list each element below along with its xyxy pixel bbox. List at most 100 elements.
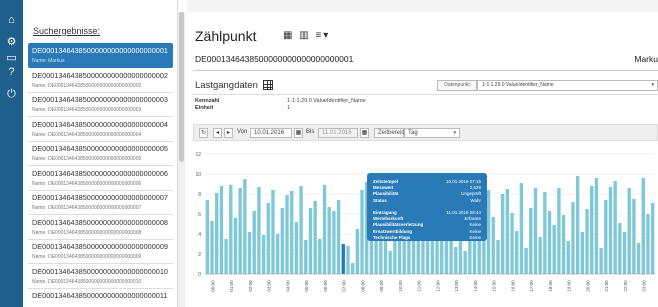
chart-bar[interactable]	[641, 178, 645, 274]
chart-bar[interactable]	[538, 237, 542, 274]
chart-bar[interactable]	[543, 192, 547, 274]
chart-bar[interactable]	[571, 202, 575, 274]
chart-bar[interactable]	[552, 225, 556, 274]
chart-bar[interactable]	[486, 190, 491, 274]
chart-bar[interactable]	[496, 240, 500, 274]
chart-bar[interactable]	[533, 188, 538, 274]
result-item[interactable]: DE0001346438500000000000000000008 Name: D…	[28, 215, 173, 240]
chart-bar[interactable]	[275, 234, 280, 274]
chart-bar[interactable]	[341, 244, 345, 274]
chart-bar[interactable]	[590, 186, 594, 274]
chart-bar[interactable]	[510, 213, 514, 274]
scrollbar-thumb[interactable]	[179, 12, 184, 162]
chart-bar[interactable]	[604, 200, 608, 274]
result-item[interactable]: DE0001346438500000000000000000003 Name: D…	[28, 92, 173, 117]
von-date-input[interactable]: 10.01.2016	[250, 128, 292, 138]
chart-bar[interactable]	[524, 248, 528, 274]
chart-bar[interactable]	[313, 201, 317, 274]
chart-bar[interactable]	[500, 194, 505, 274]
chart-bar[interactable]	[252, 211, 256, 274]
chart-bar[interactable]	[388, 251, 392, 274]
chart-bar[interactable]	[618, 223, 622, 274]
chart-bar[interactable]	[215, 193, 219, 274]
chart-bar[interactable]	[594, 178, 599, 274]
chart-bar[interactable]	[219, 186, 224, 274]
result-item[interactable]: DE0001346438500000000000000000011	[28, 288, 173, 307]
results-scrollbar[interactable]	[178, 12, 185, 307]
result-item[interactable]: DE0001346438500000000000000000001 Name: M…	[28, 43, 173, 68]
chart-bar[interactable]	[205, 200, 210, 274]
chart-bar[interactable]	[622, 232, 627, 274]
refresh-button[interactable]: ↻	[199, 128, 208, 138]
chart-bar[interactable]	[280, 208, 285, 274]
chart-bar[interactable]	[285, 195, 289, 274]
result-item[interactable]: DE0001346438500000000000000000010 Name: D…	[28, 264, 173, 289]
result-item[interactable]: DE0001346438500000000000000000002 Name: D…	[28, 68, 173, 93]
chart-bar[interactable]	[243, 179, 247, 274]
chart-bar[interactable]	[505, 189, 510, 274]
result-item[interactable]: DE0001346438500000000000000000006 Name: D…	[28, 166, 173, 191]
chart-bar[interactable]	[210, 221, 214, 274]
chart-bar[interactable]	[294, 222, 299, 274]
home-icon[interactable]: ⌂	[5, 14, 18, 27]
chart-bar[interactable]	[290, 191, 294, 274]
chart-bar[interactable]	[360, 190, 364, 274]
chart-bar[interactable]	[463, 251, 467, 274]
chart-bar[interactable]	[257, 187, 261, 274]
chart-bar[interactable]	[336, 200, 341, 274]
view-switch-icons[interactable]: ▦ ▥ ≡▾	[283, 30, 330, 41]
chart-bar[interactable]	[580, 232, 585, 274]
chart-bar[interactable]	[327, 207, 331, 274]
calendar-icon[interactable]: ▦	[360, 128, 369, 138]
help-icon[interactable]: ?	[5, 66, 18, 79]
chart-bar[interactable]	[454, 247, 458, 274]
gear-icon[interactable]: ⚙	[5, 36, 18, 49]
zeitbereich-select[interactable]: Tag ▾	[404, 128, 460, 138]
chart-bar[interactable]	[585, 209, 589, 274]
power-icon[interactable]: ⏻	[5, 88, 18, 101]
chart-bar[interactable]	[608, 187, 613, 274]
chart-bar[interactable]	[355, 229, 360, 274]
chart-bar[interactable]	[646, 214, 650, 274]
chart-bar[interactable]	[650, 203, 655, 274]
chart-bar[interactable]	[369, 236, 374, 274]
chart-bar[interactable]	[304, 240, 308, 274]
monitor-icon[interactable]: ▭	[5, 52, 18, 65]
chart-bar[interactable]	[238, 188, 242, 274]
chart-bar[interactable]	[266, 203, 270, 274]
next-button[interactable]: ▸	[224, 128, 233, 138]
chart-bar[interactable]	[308, 208, 313, 274]
datapoint-select[interactable]: 1-1:1.29.0 ValueIdentifier_Name ▾	[477, 80, 658, 91]
chart-bar[interactable]	[519, 183, 524, 274]
chart-bar[interactable]	[491, 217, 495, 274]
chart-bar[interactable]	[561, 215, 566, 274]
chart-bar[interactable]	[613, 181, 617, 274]
chart-bar[interactable]	[261, 235, 266, 274]
chart-bar[interactable]	[271, 190, 275, 274]
chart-bar[interactable]	[632, 199, 636, 274]
bis-date-input[interactable]: 11.01.2016	[318, 128, 358, 138]
chart-bar[interactable]	[515, 231, 519, 274]
chart-bar[interactable]	[233, 218, 238, 274]
chart-bar[interactable]	[350, 263, 355, 274]
chart-bar[interactable]	[529, 208, 533, 274]
chart-bar[interactable]	[299, 186, 303, 274]
chart-bar[interactable]	[636, 243, 641, 274]
chart-bar[interactable]	[247, 232, 252, 274]
chart-bar[interactable]	[332, 211, 336, 274]
chart-bar[interactable]	[599, 248, 603, 274]
calendar-icon[interactable]: ▦	[294, 128, 303, 138]
chart-bar[interactable]	[440, 241, 444, 274]
prev-button[interactable]: ◂	[213, 128, 222, 138]
result-item[interactable]: DE0001346438500000000000000000004 Name: D…	[28, 117, 173, 142]
chart-bar[interactable]	[575, 176, 580, 274]
chart-bar[interactable]	[229, 185, 233, 274]
chart-bar[interactable]	[566, 241, 570, 274]
chart-bar[interactable]	[318, 239, 322, 274]
chart-bar[interactable]	[346, 246, 350, 274]
chart-bar[interactable]	[322, 185, 327, 274]
chart-bar[interactable]	[224, 239, 228, 274]
result-item[interactable]: DE0001346438500000000000000000005 Name: D…	[28, 141, 173, 166]
chart-bar[interactable]	[547, 211, 552, 274]
chart-bar[interactable]	[557, 188, 561, 274]
